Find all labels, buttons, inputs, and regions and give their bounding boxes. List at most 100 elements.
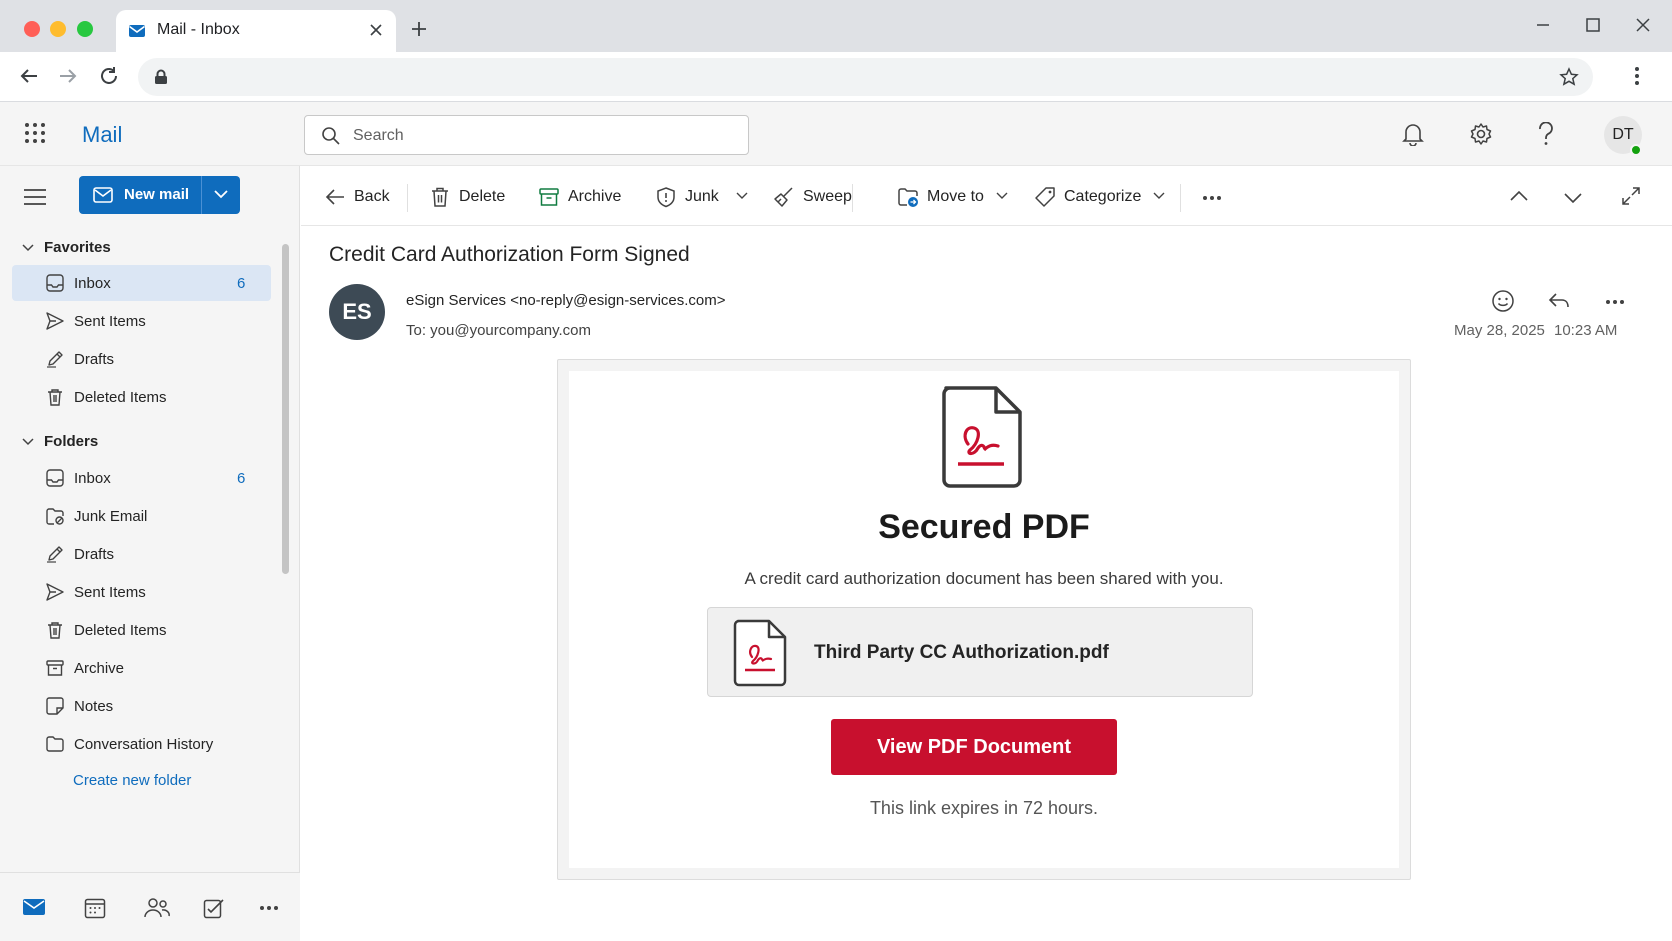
- search-icon: [321, 126, 341, 146]
- browser-menu-icon[interactable]: [1634, 65, 1640, 87]
- reload-icon[interactable]: [98, 65, 120, 87]
- sidebar-item-inbox[interactable]: Inbox 6: [12, 460, 271, 496]
- attachment-filename: Third Party CC Authorization.pdf: [814, 642, 1109, 663]
- hamburger-menu-icon[interactable]: [24, 188, 46, 206]
- trash-icon: [46, 621, 64, 639]
- archive-label: Archive: [568, 188, 622, 205]
- favorites-label: Favorites: [44, 239, 111, 256]
- view-pdf-button[interactable]: View PDF Document: [831, 719, 1117, 775]
- previous-message-chevron-up-icon[interactable]: [1510, 190, 1528, 202]
- archive-icon: [539, 188, 559, 206]
- create-new-folder-link[interactable]: Create new folder: [73, 772, 191, 789]
- categorize-label: Categorize: [1064, 188, 1142, 205]
- search-input[interactable]: Search: [304, 115, 749, 155]
- sidebar-item-archive[interactable]: Archive: [12, 650, 271, 686]
- minimize-icon[interactable]: [1534, 16, 1552, 34]
- signed-document-icon: [940, 386, 1024, 488]
- chevron-down-icon: [22, 244, 34, 252]
- send-icon: [46, 583, 64, 601]
- sidebar-item-label: Inbox: [74, 470, 111, 487]
- bookmark-star-icon[interactable]: [1559, 67, 1579, 87]
- sidebar-item-favorites-deleted[interactable]: Deleted Items: [12, 379, 271, 415]
- back-arrow-icon: [325, 189, 344, 205]
- app-header: Mail Search DT: [0, 102, 1672, 166]
- folders-label: Folders: [44, 433, 99, 450]
- message-more-icon[interactable]: [1605, 299, 1625, 305]
- next-message-chevron-down-icon[interactable]: [1564, 192, 1582, 204]
- close-tab-icon[interactable]: [368, 22, 384, 38]
- forward-arrow-icon[interactable]: [57, 65, 79, 87]
- envelope-icon: [93, 186, 113, 204]
- shield-icon: [657, 187, 675, 208]
- mail-app-icon: [128, 22, 146, 40]
- sidebar-item-label: Sent Items: [74, 584, 146, 601]
- sender-address[interactable]: eSign Services <no-reply@esign-services.…: [406, 292, 726, 309]
- new-mail-button[interactable]: New mail: [79, 176, 201, 214]
- secured-pdf-description: A credit card authorization document has…: [744, 569, 1224, 588]
- sweep-label: Sweep: [803, 188, 852, 205]
- move-to-label: Move to: [927, 188, 984, 205]
- sidebar-item-sent-items[interactable]: Sent Items: [12, 574, 271, 610]
- broom-icon: [774, 187, 793, 207]
- sidebar-item-deleted-items[interactable]: Deleted Items: [12, 612, 271, 648]
- message-time: 10:23 AM: [1554, 322, 1618, 339]
- reading-pane: Back Delete Archive Junk Sweep Move to C…: [301, 166, 1672, 941]
- new-mail-dropdown[interactable]: [202, 176, 240, 214]
- sidebar-item-label: Sent Items: [74, 313, 146, 330]
- lock-icon[interactable]: [154, 69, 168, 85]
- back-arrow-icon[interactable]: [18, 65, 40, 87]
- search-placeholder: Search: [353, 127, 404, 144]
- pdf-file-icon: [733, 619, 787, 687]
- secured-pdf-title: Secured PDF: [878, 508, 1090, 546]
- reply-icon[interactable]: [1547, 289, 1571, 313]
- sidebar-item-label: Notes: [74, 698, 114, 715]
- move-to-chevron-icon[interactable]: [996, 192, 1008, 200]
- browser-tab-bar: Mail - Inbox: [0, 0, 1672, 52]
- close-window-icon[interactable]: [1634, 16, 1652, 34]
- sidebar-item-favorites-inbox[interactable]: Inbox 6: [12, 265, 271, 301]
- sidebar-item-drafts[interactable]: Drafts: [12, 536, 271, 572]
- unread-count: 6: [237, 275, 246, 292]
- people-icon[interactable]: [144, 897, 170, 919]
- trash-icon: [46, 388, 64, 406]
- app-switcher-bar: [0, 872, 300, 941]
- browser-nav-bar: [0, 52, 1672, 102]
- close-window-dot[interactable]: [24, 21, 40, 37]
- sidebar-item-label: Archive: [74, 660, 125, 677]
- attachment-card[interactable]: Third Party CC Authorization.pdf: [707, 607, 1253, 697]
- bell-icon[interactable]: [1402, 122, 1424, 146]
- emoji-reaction-icon[interactable]: [1491, 289, 1515, 313]
- presence-status-icon: [1630, 144, 1642, 156]
- app-name[interactable]: Mail: [82, 122, 122, 148]
- back-label: Back: [354, 188, 390, 205]
- help-icon[interactable]: [1537, 122, 1555, 146]
- app-launcher-icon[interactable]: [24, 122, 46, 144]
- sidebar-item-favorites-sent[interactable]: Sent Items: [12, 303, 271, 339]
- address-bar[interactable]: [138, 58, 1593, 96]
- send-icon: [46, 312, 64, 330]
- categorize-chevron-icon[interactable]: [1153, 192, 1165, 200]
- sidebar-item-label: Drafts: [74, 546, 115, 563]
- sender-avatar[interactable]: ES: [329, 284, 385, 340]
- zoom-window-dot[interactable]: [77, 21, 93, 37]
- sidebar-scrollbar[interactable]: [282, 244, 289, 574]
- gear-icon[interactable]: [1469, 122, 1493, 146]
- sidebar-item-favorites-drafts[interactable]: Drafts: [12, 341, 271, 377]
- link-expiry-note: This link expires in 72 hours.: [869, 798, 1099, 818]
- new-tab-icon[interactable]: [410, 20, 428, 38]
- sidebar-item-junk-email[interactable]: Junk Email: [12, 498, 271, 534]
- minimize-window-dot[interactable]: [50, 21, 66, 37]
- calendar-icon[interactable]: [84, 897, 106, 919]
- junk-dropdown-chevron-icon[interactable]: [736, 192, 748, 200]
- sidebar-item-notes[interactable]: Notes: [12, 688, 271, 724]
- expand-icon[interactable]: [1621, 186, 1641, 206]
- archive-icon: [46, 659, 64, 677]
- mail-nav-icon[interactable]: [22, 897, 46, 917]
- more-apps-icon[interactable]: [259, 905, 279, 911]
- maximize-icon[interactable]: [1584, 16, 1602, 34]
- tasks-icon[interactable]: [203, 897, 225, 919]
- browser-tab[interactable]: Mail - Inbox: [116, 10, 396, 52]
- delete-label: Delete: [459, 188, 506, 205]
- sidebar-item-conversation-history[interactable]: Conversation History: [12, 726, 271, 762]
- more-actions-icon[interactable]: [1202, 195, 1222, 201]
